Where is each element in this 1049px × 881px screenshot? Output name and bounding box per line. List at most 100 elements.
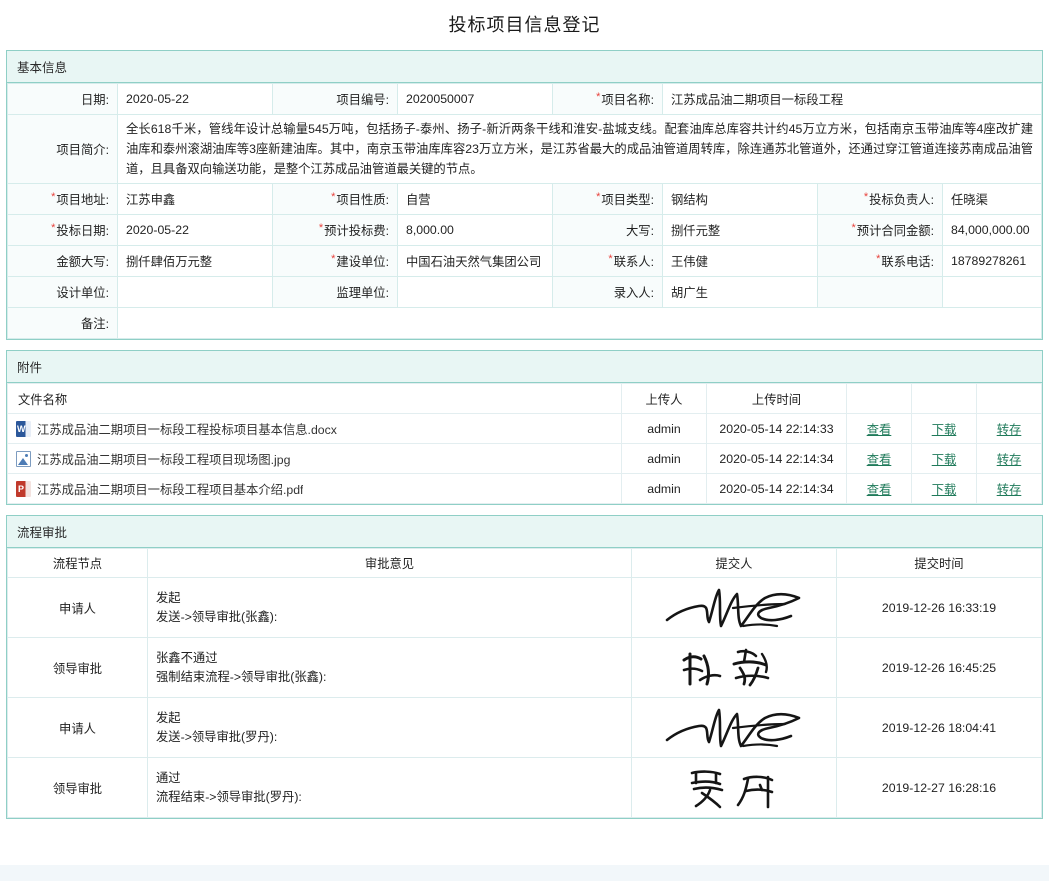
signature-cell [631, 577, 837, 638]
required-star-icon: * [863, 191, 869, 203]
col-action-1 [846, 383, 912, 414]
opinion-line-1: 张鑫不通过 [156, 650, 218, 665]
signature-scrawl-icon [665, 588, 801, 627]
date-value[interactable]: 2020-05-22 [117, 83, 273, 115]
workflow-node: 领导审批 [7, 637, 148, 698]
col-file-name: 文件名称 [7, 383, 622, 414]
signature-luodan-icon [690, 769, 774, 808]
date-label: 日期: [7, 83, 118, 115]
amount-caps-label: 金额大写: [7, 245, 118, 277]
workflow-opinion: 发起 发送->领导审批(罗丹): [147, 697, 632, 758]
bid-date-value[interactable]: 2020-05-22 [117, 214, 273, 246]
view-link[interactable]: 查看 [867, 453, 892, 467]
type-label: *项目类型: [552, 183, 663, 215]
basic-info-table: 日期: 2020-05-22 项目编号: 2020050007 *项目名称: 江… [7, 83, 1042, 339]
save-action-cell: 转存 [976, 443, 1042, 474]
col-action-2 [911, 383, 977, 414]
fee-caps-value[interactable]: 捌仟元整 [662, 214, 818, 246]
view-action-cell: 查看 [846, 413, 912, 444]
workflow-node: 领导审批 [7, 757, 148, 818]
recorder-value[interactable]: 胡广生 [662, 276, 818, 308]
address-label: *项目地址: [7, 183, 118, 215]
nature-value[interactable]: 自营 [397, 183, 553, 215]
opinion-line-1: 发起 [156, 710, 181, 725]
file-name-link[interactable]: 江苏成品油二期项目一标段工程项目现场图.jpg [37, 450, 290, 468]
col-action-3 [976, 383, 1042, 414]
supervisor-label: 监理单位: [272, 276, 398, 308]
type-value[interactable]: 钢结构 [662, 183, 818, 215]
builder-value[interactable]: 中国石油天然气集团公司 [397, 245, 553, 277]
col-submit-time: 提交时间 [836, 548, 1042, 578]
opinion-line-2: 强制结束流程->领导审批(张鑫): [156, 669, 327, 684]
contact-value[interactable]: 王伟健 [662, 245, 818, 277]
file-upload-time: 2020-05-14 22:14:34 [706, 443, 847, 474]
download-link[interactable]: 下载 [932, 423, 957, 437]
designer-value[interactable] [117, 276, 273, 308]
remark-label: 备注: [7, 307, 118, 339]
signature-cell [631, 757, 837, 818]
nature-label: *项目性质: [272, 183, 398, 215]
opinion-line-2: 发送->领导审批(张鑫): [156, 609, 278, 624]
form-row-remark: 备注: [7, 307, 1042, 339]
file-name-cell: 江苏成品油二期项目一标段工程项目基本介绍.pdf [7, 473, 622, 504]
blank-value [942, 276, 1042, 308]
project-name-value[interactable]: 江苏成品油二期项目一标段工程 [662, 83, 1042, 115]
fee-caps-label: 大写: [552, 214, 663, 246]
file-name-link[interactable]: 江苏成品油二期项目一标段工程项目基本介绍.pdf [37, 480, 303, 498]
opinion-line-2: 流程结束->领导审批(罗丹): [156, 789, 302, 804]
workflow-time: 2019-12-26 18:04:41 [836, 697, 1042, 758]
table-row: 江苏成品油二期项目一标段工程项目基本介绍.pdf admin 2020-05-1… [7, 473, 1042, 504]
form-row-summary: 项目简介: 全长618千米，管线年设计总输量545万吨，包括扬子-泰州、扬子-新… [7, 114, 1042, 184]
designer-label: 设计单位: [7, 276, 118, 308]
workflow-node: 申请人 [7, 577, 148, 638]
basic-info-panel: 基本信息 日期: 2020-05-22 项目编号: 2020050007 *项目… [6, 50, 1043, 340]
word-file-icon [16, 420, 31, 437]
workflow-opinion: 张鑫不通过 强制结束流程->领导审批(张鑫): [147, 637, 632, 698]
bid-date-label: *投标日期: [7, 214, 118, 246]
owner-value[interactable]: 任晓渠 [942, 183, 1042, 215]
workflow-node: 申请人 [7, 697, 148, 758]
view-link[interactable]: 查看 [867, 423, 892, 437]
address-value[interactable]: 江苏申鑫 [117, 183, 273, 215]
col-uploader: 上传人 [621, 383, 707, 414]
opinion-line-1: 发起 [156, 590, 181, 605]
summary-value[interactable]: 全长618千米，管线年设计总输量545万吨，包括扬子-泰州、扬子-新沂两条干线和… [117, 114, 1042, 184]
required-star-icon: * [51, 222, 56, 234]
form-row-bid: *投标日期: 2020-05-22 *预计投标费: 8,000.00 大写: 捌… [7, 214, 1042, 246]
workflow-opinion: 发起 发送->领导审批(张鑫): [147, 577, 632, 638]
bid-fee-label: *预计投标费: [272, 214, 398, 246]
signature-zhangxin-icon [682, 648, 770, 686]
required-star-icon: * [318, 222, 324, 234]
phone-label: *联系电话: [817, 245, 943, 277]
remark-value[interactable] [117, 307, 1042, 339]
table-row: 领导审批 张鑫不通过 强制结束流程->领导审批(张鑫): 2019-12-26 … [7, 637, 1042, 698]
opinion-line-2: 发送->领导审批(罗丹): [156, 729, 278, 744]
save-link[interactable]: 转存 [997, 483, 1022, 497]
save-link[interactable]: 转存 [997, 423, 1022, 437]
download-link[interactable]: 下载 [932, 483, 957, 497]
file-uploader: admin [621, 443, 707, 474]
col-upload-time: 上传时间 [706, 383, 847, 414]
workflow-header-row: 流程节点 审批意见 提交人 提交时间 [7, 548, 1042, 578]
view-link[interactable]: 查看 [867, 483, 892, 497]
opinion-line-1: 通过 [156, 770, 181, 785]
view-action-cell: 查看 [846, 443, 912, 474]
bid-fee-value[interactable]: 8,000.00 [397, 214, 553, 246]
supervisor-value[interactable] [397, 276, 553, 308]
contract-amount-value[interactable]: 84,000,000.00 [942, 214, 1042, 246]
file-name-link[interactable]: 江苏成品油二期项目一标段工程投标项目基本信息.docx [37, 420, 337, 438]
pdf-file-icon [16, 480, 31, 497]
download-link[interactable]: 下载 [932, 453, 957, 467]
table-row: 江苏成品油二期项目一标段工程投标项目基本信息.docx admin 2020-0… [7, 413, 1042, 444]
amount-caps-value[interactable]: 捌仟肆佰万元整 [117, 245, 273, 277]
download-action-cell: 下载 [911, 413, 977, 444]
table-row: 领导审批 通过 流程结束->领导审批(罗丹): 2019-12-27 16:28… [7, 757, 1042, 818]
contract-amount-label: *预计合同金额: [817, 214, 943, 246]
table-row: 申请人 发起 发送->领导审批(张鑫): 2019-12-26 16:33:19 [7, 577, 1042, 638]
project-no-value[interactable]: 2020050007 [397, 83, 553, 115]
phone-value[interactable]: 18789278261 [942, 245, 1042, 277]
file-upload-time: 2020-05-14 22:14:33 [706, 413, 847, 444]
form-row-amount-caps: 金额大写: 捌仟肆佰万元整 *建设单位: 中国石油天然气集团公司 *联系人: 王… [7, 245, 1042, 277]
required-star-icon: * [851, 222, 856, 234]
save-link[interactable]: 转存 [997, 453, 1022, 467]
